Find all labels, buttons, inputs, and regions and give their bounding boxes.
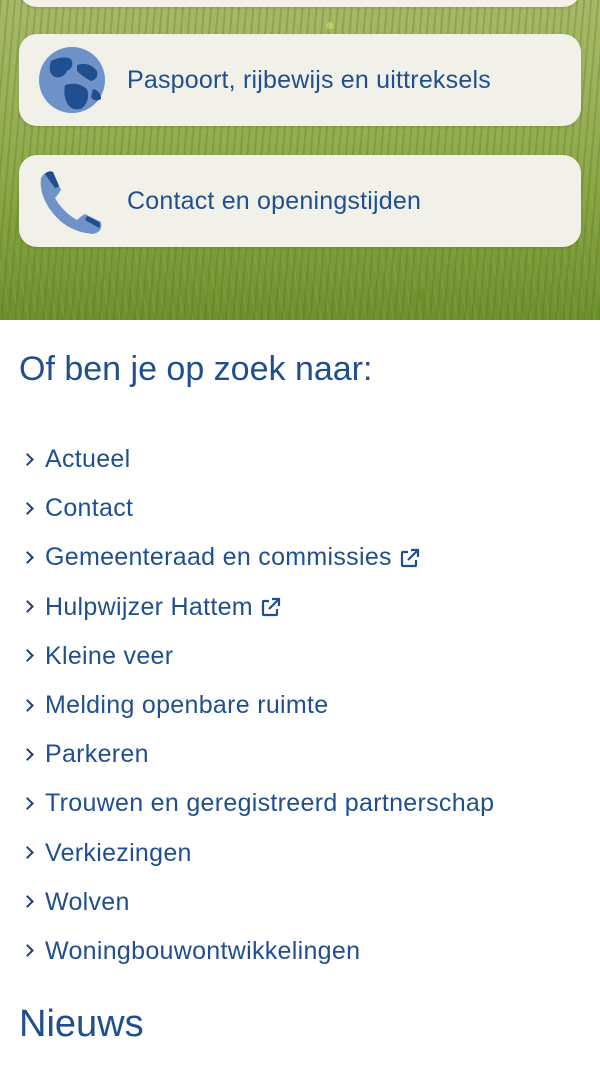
quick-links-list: Actueel Contact Gemeenteraad en commissi…: [0, 435, 494, 976]
chevron-right-icon: [21, 649, 34, 663]
link-wolven[interactable]: Wolven: [0, 878, 494, 927]
link-parkeren[interactable]: Parkeren: [0, 730, 494, 779]
card-label: Paspoort, rijbewijs en uittreksels: [127, 65, 491, 94]
link-label: Trouwen en geregistreerd partnerschap: [45, 789, 495, 818]
phone-icon: [31, 160, 113, 242]
link-actueel[interactable]: Actueel: [0, 435, 494, 484]
link-hulpwijzer[interactable]: Hulpwijzer Hattem: [0, 583, 494, 632]
chevron-right-icon: [21, 747, 34, 761]
news-heading: Nieuws: [19, 1003, 144, 1045]
link-label: Kleine veer: [45, 641, 174, 670]
link-label: Verkiezingen: [45, 838, 192, 867]
chevron-right-icon: [21, 895, 34, 909]
page: Paspoort, rijbewijs en uittreksels Conta…: [0, 0, 600, 1065]
chevron-right-icon: [21, 452, 34, 466]
section-title: Of ben je op zoek naar:: [19, 350, 373, 388]
link-label: Melding openbare ruimte: [45, 691, 329, 720]
hero-grass-background: Paspoort, rijbewijs en uittreksels Conta…: [0, 0, 600, 320]
globe-icon: [31, 39, 113, 121]
chevron-right-icon: [21, 600, 34, 614]
link-contact[interactable]: Contact: [0, 484, 494, 533]
chevron-right-icon: [21, 797, 34, 810]
link-trouwen[interactable]: Trouwen en geregistreerd partnerschap: [0, 779, 494, 828]
link-label: Contact: [45, 494, 134, 523]
chevron-right-icon: [21, 551, 34, 564]
card-label: Contact en openingstijden: [127, 186, 422, 215]
link-label: Hulpwijzer Hattem: [45, 592, 253, 621]
link-verkiezingen[interactable]: Verkiezingen: [0, 829, 494, 878]
link-kleine-veer[interactable]: Kleine veer: [0, 632, 494, 681]
chevron-right-icon: [21, 846, 34, 859]
link-label: Wolven: [45, 887, 130, 916]
link-woningbouw[interactable]: Woningbouwontwikkelingen: [0, 927, 494, 976]
link-label: Gemeenteraad en commissies: [45, 543, 392, 572]
link-melding-openbare-ruimte[interactable]: Melding openbare ruimte: [0, 681, 494, 730]
previous-card[interactable]: [19, 0, 581, 7]
link-label: Parkeren: [45, 740, 149, 769]
chevron-right-icon: [21, 944, 34, 958]
card-contact-hours[interactable]: Contact en openingstijden: [19, 155, 581, 247]
chevron-right-icon: [21, 698, 34, 712]
external-link-icon: [261, 598, 281, 617]
link-label: Actueel: [45, 445, 131, 474]
chevron-right-icon: [21, 501, 34, 515]
card-passport-license[interactable]: Paspoort, rijbewijs en uittreksels: [19, 34, 581, 126]
link-label: Woningbouwontwikkelingen: [45, 936, 361, 965]
external-link-icon: [400, 548, 419, 568]
link-gemeenteraad[interactable]: Gemeenteraad en commissies: [0, 533, 494, 582]
